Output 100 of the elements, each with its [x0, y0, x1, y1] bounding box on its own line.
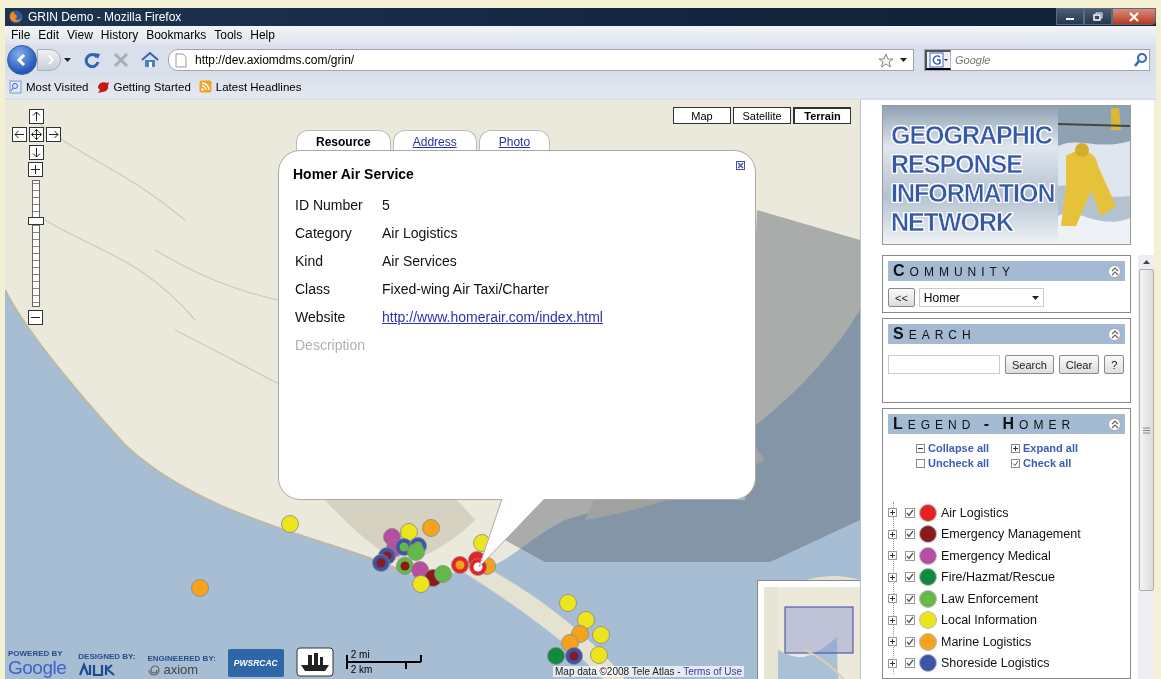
legend-label[interactable]: Air Logistics: [941, 505, 1009, 520]
magnifier-page-icon: [9, 80, 22, 94]
home-icon: [141, 52, 159, 68]
legend-action-link[interactable]: Collapse all: [916, 442, 1011, 454]
collapse-button[interactable]: [1108, 417, 1121, 431]
plus-icon: [889, 530, 896, 538]
menu-item[interactable]: History: [96, 28, 143, 42]
firefox-logo-icon: [9, 10, 23, 24]
community-dropdown[interactable]: Homer: [918, 288, 1044, 307]
bookmark-item[interactable]: Getting Started: [96, 80, 191, 94]
check-icon: [906, 530, 914, 539]
history-dropdown-button[interactable]: [61, 58, 74, 62]
search-input[interactable]: Google: [951, 53, 1133, 67]
collapse-button[interactable]: [1108, 264, 1121, 278]
address-field[interactable]: http://dev.axiomdms.com/grin/: [168, 49, 914, 71]
search-field[interactable]: Google: [924, 49, 1150, 71]
plus-icon: [889, 659, 896, 667]
expand-toggle[interactable]: [888, 594, 897, 604]
search-input[interactable]: [888, 355, 1000, 374]
previous-button[interactable]: <<: [888, 288, 915, 307]
restore-icon: [1093, 12, 1103, 21]
layer-checkbox[interactable]: [905, 593, 915, 604]
layer-checkbox[interactable]: [905, 636, 915, 647]
url-input[interactable]: http://dev.axiomdms.com/grin/: [193, 52, 872, 68]
double-chevron-up-icon: [1110, 419, 1119, 429]
search-icon[interactable]: [1133, 52, 1149, 68]
menu-item[interactable]: Edit: [34, 28, 64, 42]
collapse-button[interactable]: [1108, 327, 1121, 341]
legend-action-link[interactable]: Check all: [1011, 457, 1125, 469]
minimize-button[interactable]: [1056, 8, 1084, 25]
panel-title: COMMUNITY: [893, 262, 1015, 280]
bookmark-item[interactable]: Latest Headlines: [198, 80, 302, 94]
rss-feed-icon: [198, 80, 212, 94]
check-icon: [906, 659, 914, 668]
caret-icon[interactable]: [900, 58, 907, 62]
menu-item[interactable]: View: [63, 28, 97, 42]
maximize-button[interactable]: [1084, 8, 1112, 25]
check-icon: [906, 637, 914, 646]
minus-box-icon: [916, 443, 925, 453]
legend-label[interactable]: Emergency Management: [941, 527, 1081, 542]
search-engine-icon: [928, 52, 949, 68]
layer-checkbox[interactable]: [905, 529, 915, 540]
layer-checkbox[interactable]: [905, 615, 915, 626]
check-icon: [906, 551, 914, 560]
search-engine-button[interactable]: [925, 50, 951, 70]
scroll-up-icon: [1142, 260, 1150, 264]
plus-box-icon: [1011, 443, 1020, 453]
expand-toggle[interactable]: [888, 529, 897, 539]
bookmark-star-icon[interactable]: [878, 52, 894, 68]
panel-title: LEGEND - HOMER: [893, 415, 1076, 433]
menu-item[interactable]: File: [7, 28, 35, 42]
check-icon: [906, 573, 914, 582]
expand-toggle[interactable]: [888, 637, 897, 647]
plus-icon: [889, 573, 896, 581]
layer-checkbox[interactable]: [905, 572, 915, 583]
menu-item[interactable]: Help: [246, 28, 279, 42]
plus-icon: [889, 638, 896, 646]
search-panel-button[interactable]: Search: [1005, 355, 1054, 374]
menu-item[interactable]: Bookmarks: [142, 28, 211, 42]
expand-toggle[interactable]: [888, 658, 897, 668]
reload-icon: [83, 51, 101, 69]
layer-checkbox[interactable]: [905, 507, 915, 518]
caret-icon: [1031, 295, 1039, 300]
legend-label[interactable]: Shoreside Logistics: [941, 656, 1050, 671]
plus-icon: [889, 595, 896, 603]
stop-icon: [113, 52, 129, 68]
legend-action-link[interactable]: Expand all: [1011, 442, 1125, 454]
legend-label[interactable]: Marine Logistics: [941, 634, 1032, 649]
empty-checkbox-icon: [916, 458, 925, 468]
check-icon: [906, 594, 914, 603]
scrollbar-thumb[interactable]: [1138, 269, 1154, 591]
check-icon: [906, 508, 914, 517]
bookmark-item[interactable]: Most Visited: [9, 80, 89, 94]
legend-action-link[interactable]: Uncheck all: [916, 457, 1011, 469]
caret-icon: [64, 58, 71, 62]
legend-label[interactable]: Law Enforcement: [941, 591, 1039, 606]
plus-icon: [889, 509, 896, 517]
search-panel-button[interactable]: Clear: [1058, 355, 1100, 374]
close-icon: [1129, 11, 1139, 22]
window-title: GRIN Demo - Mozilla Firefox: [28, 10, 182, 24]
back-button[interactable]: [7, 45, 37, 75]
layer-checkbox[interactable]: [905, 658, 915, 669]
legend-label[interactable]: Emergency Medical: [941, 548, 1051, 563]
scrollbar[interactable]: [1138, 255, 1154, 679]
legend-label[interactable]: Local Information: [941, 613, 1037, 628]
layer-checkbox[interactable]: [905, 550, 915, 561]
search-panel-button[interactable]: ?: [1104, 355, 1125, 374]
expand-toggle[interactable]: [888, 615, 897, 625]
menu-item[interactable]: Tools: [210, 28, 247, 42]
plus-icon: [889, 552, 896, 560]
expand-toggle[interactable]: [888, 551, 897, 561]
close-button[interactable]: [1112, 8, 1156, 25]
expand-toggle[interactable]: [888, 508, 897, 518]
check-icon: [906, 616, 914, 625]
checked-checkbox-icon: [1011, 458, 1020, 468]
banner-title: GEOGRAPHIC RESPONSE INFORMATION NETWORK: [891, 121, 1055, 237]
page-icon: [175, 52, 187, 68]
expand-toggle[interactable]: [888, 572, 897, 582]
legend-label[interactable]: Fire/Hazmat/Rescue: [941, 570, 1055, 585]
panel-title: SEARCH: [893, 325, 976, 343]
